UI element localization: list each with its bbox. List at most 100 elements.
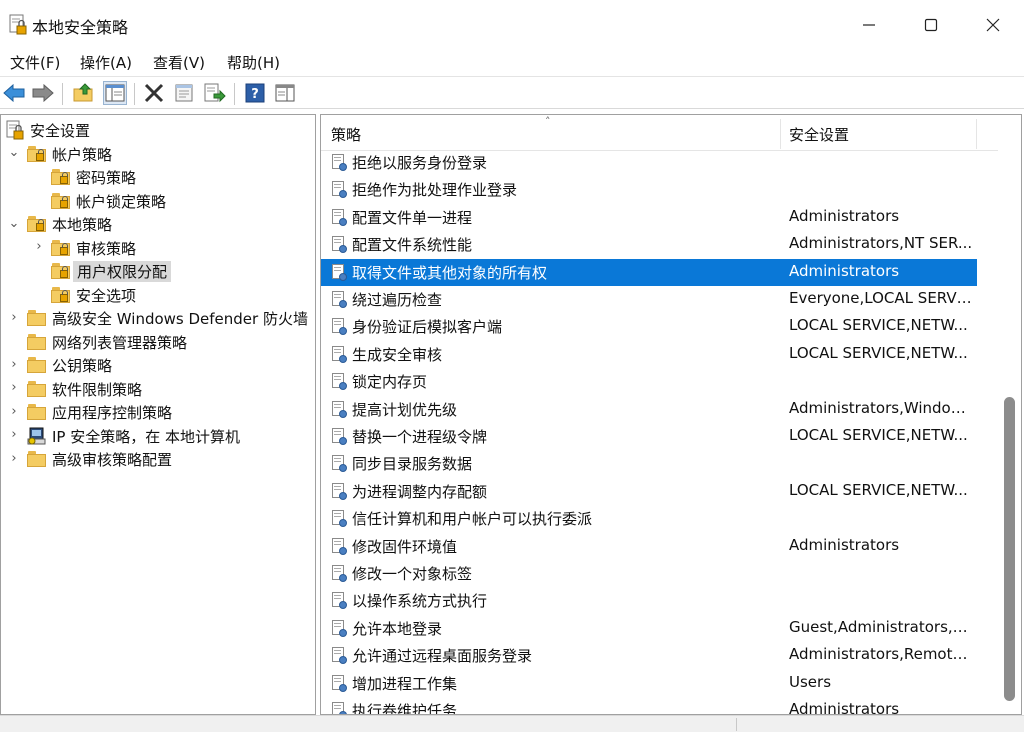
- help-button[interactable]: ?: [243, 81, 267, 105]
- close-button[interactable]: [962, 0, 1024, 50]
- folder-icon: [27, 379, 47, 398]
- security-setting-value: Administrators: [789, 206, 900, 225]
- ip-security-icon: [27, 426, 47, 445]
- policy-row[interactable]: 锁定内存页: [321, 368, 977, 395]
- tree-item-label: 密码策略: [76, 169, 137, 187]
- policy-name: 生成安全审核: [352, 345, 443, 364]
- policy-icon: [331, 592, 347, 610]
- collapsed-chevron-icon[interactable]: ›: [32, 238, 46, 256]
- console-tree-pane[interactable]: 安全设置 ⌄ 帐户策略 密码策略 帐户锁定策略 ⌄ 本地策略 › 审核策略 用户权限分配 安全选项 ›…: [0, 114, 316, 715]
- collapsed-chevron-icon[interactable]: ›: [7, 379, 21, 397]
- expanded-chevron-icon[interactable]: ⌄: [7, 214, 21, 232]
- policy-row[interactable]: 允许本地登录 Guest,Administrators,U...: [321, 615, 977, 642]
- properties-button[interactable]: [172, 81, 196, 105]
- tree-item[interactable]: › 审核策略: [1, 236, 315, 259]
- column-header-policy[interactable]: 策略: [331, 124, 361, 145]
- collapsed-chevron-icon[interactable]: ›: [7, 308, 21, 326]
- folder-icon: [27, 402, 47, 421]
- console-tree-button[interactable]: [273, 81, 297, 105]
- policy-row[interactable]: 身份验证后模拟客户端 LOCAL SERVICE,NETW...: [321, 313, 977, 340]
- security-settings-icon: [5, 120, 25, 140]
- collapsed-chevron-icon[interactable]: ›: [7, 426, 21, 444]
- policy-icon: [331, 537, 347, 555]
- maximize-button[interactable]: [900, 0, 962, 50]
- policy-list-pane[interactable]: ˄ 策略 安全设置 拒绝以服务身份登录拒绝作为批处理作业登录 配置文件单一进程 Ad…: [320, 114, 1022, 715]
- tree-item[interactable]: 帐户锁定策略: [1, 189, 315, 212]
- column-header-security-setting[interactable]: 安全设置: [789, 124, 849, 145]
- policy-row[interactable]: 允许通过远程桌面服务登录 Administrators,Remote ...: [321, 642, 977, 669]
- tree-item[interactable]: › IP 安全策略，在 本地计算机: [1, 424, 315, 447]
- tree-item[interactable]: 安全选项: [1, 283, 315, 306]
- policy-row[interactable]: 绕过遍历检查 Everyone,LOCAL SERVI...: [321, 286, 977, 313]
- tree-item-label: 网络列表管理器策略: [52, 333, 188, 352]
- security-setting-value: LOCAL SERVICE,NETW...: [789, 343, 968, 362]
- scrollbar-thumb[interactable]: [1004, 397, 1015, 701]
- policy-row[interactable]: 修改固件环境值 Administrators: [321, 533, 977, 560]
- tree-item-label: 高级安全 Windows Defender 防火墙: [52, 310, 308, 328]
- lock-folder-icon: [51, 167, 71, 186]
- policy-name: 拒绝以服务身份登录: [352, 154, 488, 172]
- collapsed-chevron-icon[interactable]: ›: [7, 449, 21, 467]
- policy-name: 修改固件环境值: [352, 537, 458, 556]
- policy-row[interactable]: 生成安全审核 LOCAL SERVICE,NETW...: [321, 341, 977, 368]
- delete-button[interactable]: [142, 81, 166, 105]
- policy-row[interactable]: 拒绝以服务身份登录: [321, 149, 977, 176]
- expanded-chevron-icon[interactable]: ⌄: [7, 144, 21, 162]
- title-bar[interactable]: 本地安全策略: [0, 0, 1024, 50]
- policy-row[interactable]: 配置文件系统性能 Administrators,NT SER...: [321, 231, 977, 258]
- minimize-button[interactable]: [838, 0, 900, 50]
- security-setting-value: Administrators,NT SER...: [789, 234, 973, 253]
- policy-row[interactable]: 替换一个进程级令牌 LOCAL SERVICE,NETW...: [321, 423, 977, 450]
- show-hide-console-tree-button[interactable]: [103, 81, 127, 105]
- policy-row[interactable]: 拒绝作为批处理作业登录: [321, 176, 977, 203]
- collapsed-chevron-icon[interactable]: ›: [7, 355, 21, 373]
- tree-item[interactable]: › 公钥策略: [1, 353, 315, 376]
- collapsed-chevron-icon[interactable]: ›: [7, 402, 21, 420]
- vertical-scrollbar[interactable]: [998, 115, 1021, 714]
- policy-row[interactable]: 信任计算机和用户帐户可以执行委派: [321, 505, 977, 532]
- menu-view[interactable]: 查看(V): [151, 52, 207, 73]
- up-one-level-button[interactable]: [72, 81, 96, 105]
- security-setting-value: LOCAL SERVICE,NETW...: [789, 316, 968, 335]
- policy-row[interactable]: 修改一个对象标签: [321, 560, 977, 587]
- policy-row[interactable]: 取得文件或其他对象的所有权 Administrators: [321, 258, 977, 286]
- back-button[interactable]: [2, 81, 26, 105]
- menu-file[interactable]: 文件(F): [8, 52, 62, 73]
- menu-help[interactable]: 帮助(H): [225, 52, 282, 73]
- policy-row[interactable]: 提高计划优先级 Administrators,Window ...: [321, 396, 977, 423]
- tree-item[interactable]: › 高级审核策略配置: [1, 447, 315, 470]
- policy-row[interactable]: 增加进程工作集 Users: [321, 670, 977, 697]
- tree-item[interactable]: › 应用程序控制策略: [1, 400, 315, 423]
- policy-row[interactable]: 同步目录服务数据: [321, 450, 977, 477]
- tree-item[interactable]: › 高级安全 Windows Defender 防火墙: [1, 306, 315, 329]
- policy-name: 增加进程工作集: [352, 674, 458, 693]
- tree-item[interactable]: 安全设置: [1, 118, 315, 141]
- tree-item[interactable]: › 软件限制策略: [1, 377, 315, 400]
- lock-folder-icon: [27, 144, 47, 163]
- menu-action[interactable]: 操作(A): [78, 52, 134, 73]
- tree-item[interactable]: ⌄ 帐户策略: [1, 142, 315, 165]
- tree-item[interactable]: 用户权限分配: [1, 259, 315, 282]
- policy-row[interactable]: 执行卷维护任务 Administrators: [321, 697, 977, 714]
- tree-item[interactable]: ⌄ 本地策略: [1, 212, 315, 235]
- list-header: ˄ 策略 安全设置: [321, 115, 1001, 151]
- column-divider[interactable]: [780, 119, 781, 149]
- policy-row[interactable]: 以操作系统方式执行: [321, 587, 977, 614]
- folder-icon: [27, 449, 47, 468]
- local-security-policy-window: 本地安全策略 文件(F) 操作(A) 查看(V) 帮助(H) ? 安全设置 ⌄ …: [0, 0, 1024, 732]
- back-arrow-icon: [3, 84, 25, 102]
- security-setting-value: Users: [789, 672, 832, 691]
- policy-row[interactable]: 配置文件单一进程 Administrators: [321, 204, 977, 231]
- policy-icon: [331, 373, 347, 391]
- security-setting-value: Everyone,LOCAL SERVI...: [789, 289, 973, 307]
- tree-item[interactable]: 网络列表管理器策略: [1, 330, 315, 353]
- tree-item[interactable]: 密码策略: [1, 165, 315, 188]
- forward-button[interactable]: [31, 81, 55, 105]
- column-divider[interactable]: [976, 119, 977, 149]
- window-title: 本地安全策略: [32, 18, 129, 37]
- tree-item-label: 本地策略: [52, 216, 113, 234]
- close-icon: [986, 18, 1000, 32]
- security-setting-value: Administrators,Remote ...: [789, 645, 973, 664]
- policy-row[interactable]: 为进程调整内存配额 LOCAL SERVICE,NETW...: [321, 478, 977, 505]
- export-list-button[interactable]: [203, 81, 227, 105]
